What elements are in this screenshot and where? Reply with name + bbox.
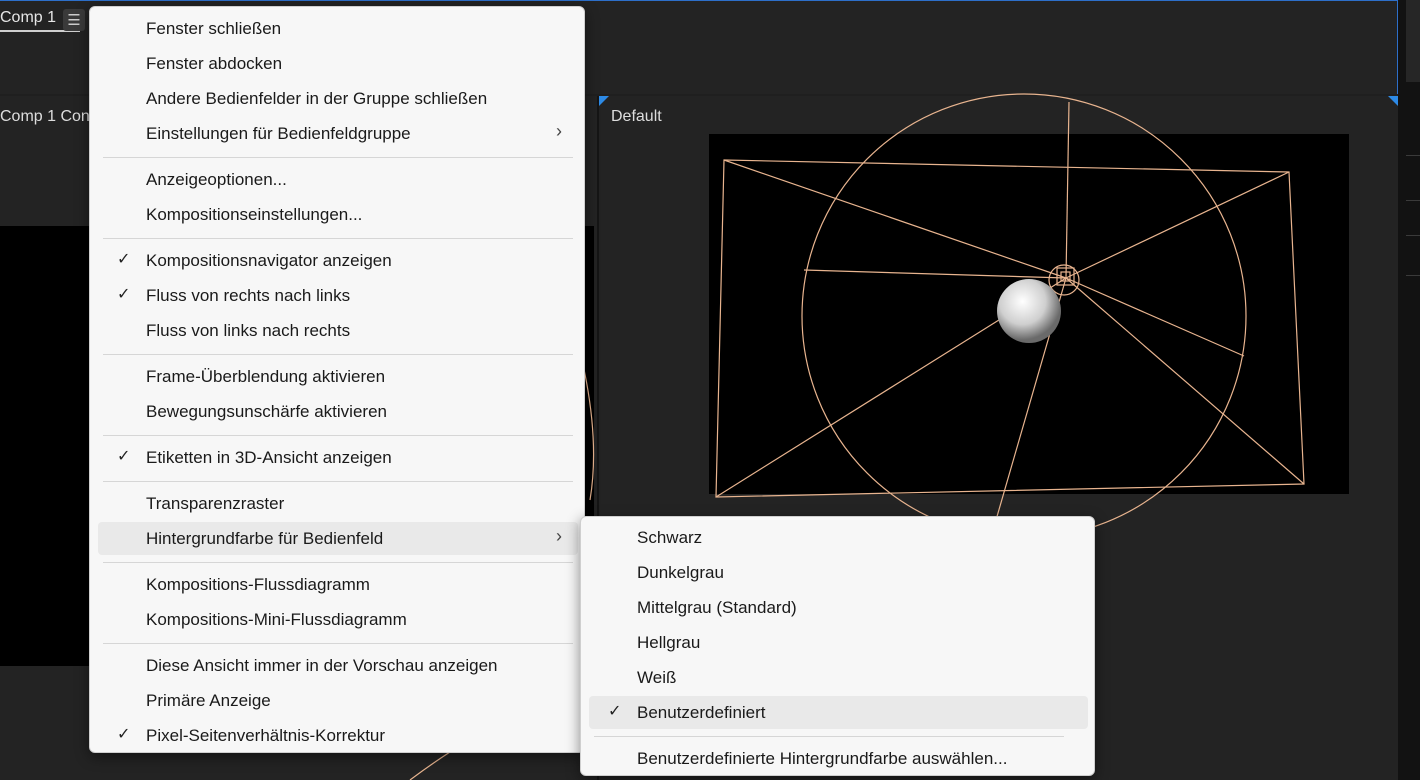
camera-axis-line <box>803 269 1067 279</box>
menu-item-label: Schwarz <box>637 528 703 547</box>
menu-item-label: Fluss von rechts nach links <box>146 286 351 305</box>
menu-item-label: Etiketten in 3D-Ansicht anzeigen <box>146 448 392 467</box>
menu-item-weiß[interactable]: Weiß <box>589 661 1088 694</box>
menu-item-hintergrundfarbe-für-bedienfeld[interactable]: Hintergrundfarbe für Bedienfeld › <box>98 522 578 555</box>
frustum-edge <box>723 159 1067 279</box>
menu-item-label: Pixel-Seitenverhältnis-Korrektur <box>146 726 386 745</box>
menu-separator <box>103 480 573 482</box>
menu-item-kompositionsnavigator-anzeigen[interactable]: ✓ Kompositionsnavigator anzeigen <box>98 244 578 277</box>
menu-item-label: Dunkelgrau <box>637 563 724 582</box>
check-icon: ✓ <box>117 448 131 465</box>
menu-item-label: Benutzerdefinierte Hintergrundfarbe ausw… <box>637 749 1008 768</box>
menu-item-transparenzraster[interactable]: Transparenzraster <box>98 487 578 520</box>
menu-item-dunkelgrau[interactable]: Dunkelgrau <box>589 556 1088 589</box>
menu-item-mittelgrau-standard[interactable]: Mittelgrau (Standard) <box>589 591 1088 624</box>
frustum-edge <box>1065 171 1290 279</box>
menu-item-bewegungsunschärfe-aktivieren[interactable]: Bewegungsunschärfe aktivieren <box>98 395 578 428</box>
menu-separator <box>103 434 573 436</box>
menu-separator <box>103 237 573 239</box>
menu-item-label: Anzeigeoptionen... <box>146 170 287 189</box>
menu-item-label: Weiß <box>637 668 677 687</box>
menu-item-fenster-schließen[interactable]: Fenster schließen <box>98 12 578 45</box>
menu-item-label: Mittelgrau (Standard) <box>637 598 797 617</box>
menu-item-label: Kompositions-Flussdiagramm <box>146 575 370 594</box>
menu-item-fluss-von-links-nach-rechts[interactable]: Fluss von links nach rechts <box>98 314 578 347</box>
check-icon: ✓ <box>117 726 131 743</box>
menu-item-label: Kompositionsnavigator anzeigen <box>146 251 392 270</box>
menu-item-label: Fenster abdocken <box>146 54 283 73</box>
menu-item-label: Fluss von links nach rechts <box>146 321 351 340</box>
menu-separator <box>594 735 1064 737</box>
check-icon: ✓ <box>117 251 131 268</box>
menu-item-benutzerdefinierte-hintergrundfarbe-auswählen[interactable]: Benutzerdefinierte Hintergrundfarbe ausw… <box>589 742 1088 775</box>
menu-item-pixel-seitenverhältnis-korrektur[interactable]: ✓ Pixel-Seitenverhältnis-Korrektur <box>98 719 578 752</box>
menu-item-benutzerdefiniert[interactable]: ✓ Benutzerdefiniert <box>589 696 1088 729</box>
menu-item-label: Primäre Anzeige <box>146 691 271 710</box>
check-icon: ✓ <box>608 703 622 720</box>
menu-separator <box>103 642 573 644</box>
menu-item-frame-überblendung-aktivieren[interactable]: Frame-Überblendung aktivieren <box>98 360 578 393</box>
menu-item-kompositionseinstellungen[interactable]: Kompositionseinstellungen... <box>98 198 578 231</box>
menu-item-fluss-von-rechts-nach-links[interactable]: ✓ Fluss von rechts nach links <box>98 279 578 312</box>
chevron-right-icon: › <box>556 121 562 141</box>
menu-item-label: Andere Bedienfelder in der Gruppe schlie… <box>146 89 488 108</box>
panel-context-menu: Fenster schließen Fenster abdocken Andere … <box>89 6 585 753</box>
menu-separator <box>103 353 573 355</box>
left-wire-fragment <box>409 751 451 780</box>
chevron-right-icon: › <box>556 526 562 546</box>
menu-separator <box>103 156 573 158</box>
light-sphere <box>997 279 1061 343</box>
menu-item-hellgrau[interactable]: Hellgrau <box>589 626 1088 659</box>
menu-item-anzeigeoptionen[interactable]: Anzeigeoptionen... <box>98 163 578 196</box>
menu-item-primäre-anzeige[interactable]: Primäre Anzeige <box>98 684 578 717</box>
menu-item-kompositions-flussdiagramm[interactable]: Kompositions-Flussdiagramm <box>98 568 578 601</box>
menu-separator <box>103 561 573 563</box>
menu-item-etiketten-in-3d-ansicht-anzeigen[interactable]: ✓ Etiketten in 3D-Ansicht anzeigen <box>98 441 578 474</box>
menu-item-label: Benutzerdefiniert <box>637 703 766 722</box>
camera-axis-line <box>1065 277 1245 357</box>
menu-item-label: Transparenzraster <box>146 494 285 513</box>
menu-item-fenster-abdocken[interactable]: Fenster abdocken <box>98 47 578 80</box>
menu-item-schwarz[interactable]: Schwarz <box>589 521 1088 554</box>
camera-axis-line <box>1065 101 1070 279</box>
menu-item-andere-bedienfelder-in-der-gruppe-schließen[interactable]: Andere Bedienfelder in der Gruppe schlie… <box>98 82 578 115</box>
menu-item-einstellungen-für-bedienfeldgruppe[interactable]: Einstellungen für Bedienfeldgruppe › <box>98 117 578 150</box>
frustum-edge <box>1065 277 1305 485</box>
menu-item-label: Kompositions-Mini-Flussdiagramm <box>146 610 407 629</box>
menu-item-label: Bewegungsunschärfe aktivieren <box>146 402 387 421</box>
menu-item-label: Diese Ansicht immer in der Vorschau anze… <box>146 656 498 675</box>
menu-item-kompositions-mini-flussdiagramm[interactable]: Kompositions-Mini-Flussdiagramm <box>98 603 578 636</box>
menu-item-diese-ansicht-immer-in-der-vorschau-anzeigen[interactable]: Diese Ansicht immer in der Vorschau anze… <box>98 649 578 682</box>
background-color-submenu: Schwarz Dunkelgrau Mittelgrau (Standard) He… <box>580 516 1095 776</box>
menu-item-label: Frame-Überblendung aktivieren <box>146 367 386 386</box>
menu-item-label: Fenster schließen <box>146 19 282 38</box>
menu-item-label: Hintergrundfarbe für Bedienfeld <box>146 529 384 548</box>
check-icon: ✓ <box>117 286 131 303</box>
menu-item-label: Hellgrau <box>637 633 701 652</box>
menu-item-label: Kompositionseinstellungen... <box>146 205 363 224</box>
menu-item-label: Einstellungen für Bedienfeldgruppe <box>146 124 411 143</box>
